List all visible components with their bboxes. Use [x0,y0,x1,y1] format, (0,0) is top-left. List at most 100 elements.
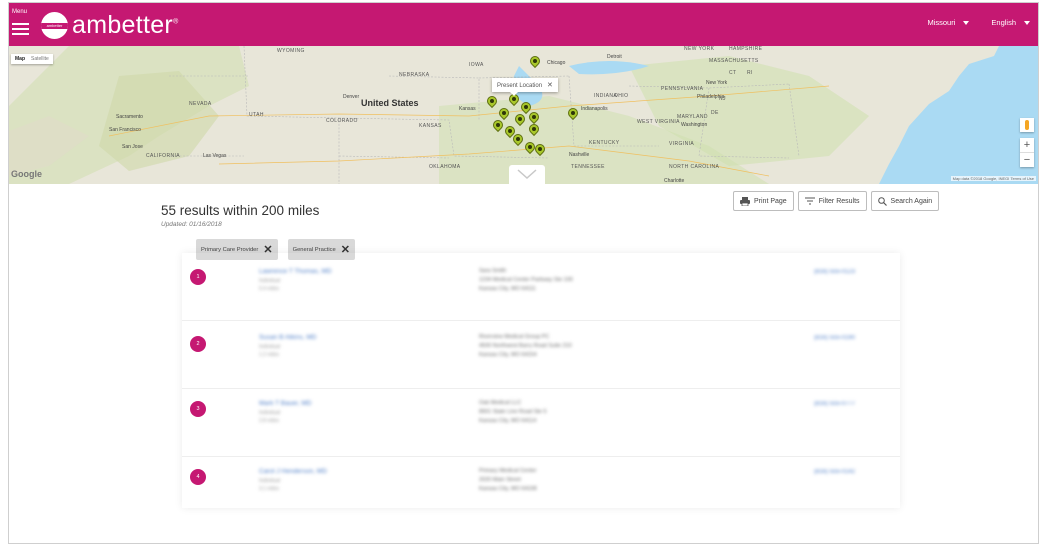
map-marker[interactable] [510,131,526,147]
results-list: 1 Lawrence T Thomas, MD Individual 0.4 m… [182,253,900,508]
provider-location-name: Sara Smith [479,268,507,274]
provider-name-link[interactable]: Mark T Bauer, MD [259,400,312,407]
filter-results-button[interactable]: Filter Results [797,191,867,211]
menu-button[interactable]: Menu [12,9,36,39]
provider-city-line: Kansas City, MO 64154 [479,352,537,358]
map-label: MARYLAND [677,114,708,120]
map-city: Washington [681,122,708,128]
brand-name: ambetter® [72,10,179,39]
provider-distance: 0.4 miles [259,286,280,292]
map-marker[interactable] [532,141,548,157]
logo-mark-text: ambetter [46,22,63,28]
map-label: TENNESSEE [571,164,605,170]
map-type-map[interactable]: Map [15,56,25,62]
map-marker[interactable] [484,93,500,109]
map-label: MASSACHUSETTS [709,58,759,64]
map-marker[interactable] [526,121,542,137]
street-view-pegman-icon[interactable] [1020,118,1034,132]
provider-row[interactable]: 4 Carol J Henderson, MD Individual 3.1 m… [182,457,900,508]
provider-city-line: Kansas City, MO 64114 [479,418,537,424]
caret-down-icon [1024,21,1030,26]
map-label: NORTH CAROLINA [669,164,720,170]
map-marker[interactable] [490,117,506,133]
provider-name-link[interactable]: Susan B Atkins, MD [259,334,316,341]
provider-row[interactable]: 2 Susan B Atkins, MD Individual 1.2 mile… [182,321,900,389]
map-label: CT [729,70,737,76]
map-marker[interactable] [565,105,581,121]
provider-phone-link[interactable]: (816) 555-0142 [814,469,855,475]
map-city: Charlotte [664,178,685,184]
browser-frame: Menu ambetter ambetter® Missouri English [8,2,1039,544]
provider-distance: 1.2 miles [259,352,280,358]
map-marker[interactable] [512,111,528,127]
updated-date: Updated: 01/16/2018 [161,221,222,228]
popup-close-icon[interactable]: ✕ [547,82,553,89]
provider-location-name: Riverview Medical Group PC [479,334,550,340]
search-icon [877,196,887,206]
map-country-label: United States [361,98,419,108]
provider-location-name: Primary Medical Center [479,468,537,474]
map-city: Philadelphia [697,94,725,100]
map-label: UTAH [249,112,264,118]
provider-row[interactable]: 1 Lawrence T Thomas, MD Individual 0.4 m… [182,253,900,321]
provider-distance: 3.1 miles [259,486,280,492]
provider-phone-link[interactable]: (816) 555-0777 [814,401,855,407]
zoom-out-button[interactable]: − [1020,153,1034,167]
map-city: New York [706,80,728,86]
provider-type: Individual [259,410,281,416]
language-dropdown[interactable]: English [991,18,1030,27]
provider-type: Individual [259,478,281,484]
map-label: CALIFORNIA [146,153,181,159]
provider-address-line: 8901 State Line Road Ste 5 [479,409,547,415]
provider-name-link[interactable]: Lawrence T Thomas, MD [259,268,332,275]
result-number-badge: 4 [190,469,206,485]
map-city: Kansas [459,106,476,112]
results-actions: Print Page Filter Results Search Again [733,191,940,211]
caret-down-icon [963,21,970,26]
filter-icon [804,197,815,205]
header-selectors: Missouri English [927,18,1030,27]
map-collapse-toggle[interactable] [509,165,545,184]
map-city: Chicago [547,60,566,66]
result-number-badge: 2 [190,336,206,352]
present-location-popup: Present Location ✕ [492,78,558,96]
provider-address-line: 4500 Northwest Barry Road Suite 210 [479,343,572,349]
provider-map[interactable]: Map Satellite WYOMING NEBRASKA IOWA NEVA… [9,46,1038,184]
provider-row[interactable]: 3 Mark T Bauer, MD Individual 2.8 miles … [182,389,900,457]
provider-distance: 2.8 miles [259,418,280,424]
provider-phone-link[interactable]: (816) 555-0123 [814,269,855,275]
map-label: PENNSYLVANIA [661,86,704,92]
provider-address-line: 1234 Medical Center Parkway Ste 100 [479,277,573,283]
map-type-satellite[interactable]: Satellite [31,56,49,62]
google-logo: Google [11,169,42,179]
provider-name-link[interactable]: Carol J Henderson, MD [259,468,327,475]
provider-phone-link[interactable]: (816) 555-0190 [814,335,855,341]
print-page-button[interactable]: Print Page [733,191,794,211]
map-label: HAMPSHIRE [729,46,763,52]
search-again-button[interactable]: Search Again [870,191,940,211]
map-type-control: Map Satellite [11,54,53,64]
brand-logo[interactable]: ambetter ambetter® [41,11,179,39]
provider-type: Individual [259,278,281,284]
map-attribution[interactable]: Map data ©2018 Google, INEGI Terms of Us… [950,176,1036,181]
map-label: WEST VIRGINIA [637,119,680,125]
provider-city-line: Kansas City, MO 64108 [479,486,537,492]
menu-label: Menu [12,9,28,15]
provider-type: Individual [259,344,281,350]
popup-text: Present Location [497,83,543,89]
state-dropdown[interactable]: Missouri [927,18,970,27]
map-city: San Jose [122,144,143,150]
map-label: NEBRASKA [399,72,430,78]
map-city: Indianapolis [581,106,608,112]
map-label: OKLAHOMA [429,164,461,170]
provider-city-line: Kansas City, MO 64111 [479,286,536,292]
map-city: Sacramento [116,114,143,120]
result-number-badge: 1 [190,269,206,285]
zoom-in-button[interactable]: + [1020,138,1034,152]
map-marker[interactable] [527,53,543,69]
map-label: VIRGINIA [669,141,695,147]
map-city: San Francisco [109,127,141,133]
map-label: NEVADA [189,101,212,107]
provider-address-line: 2020 Main Street [479,477,521,483]
results-title: 55 results within 200 miles [161,203,320,218]
